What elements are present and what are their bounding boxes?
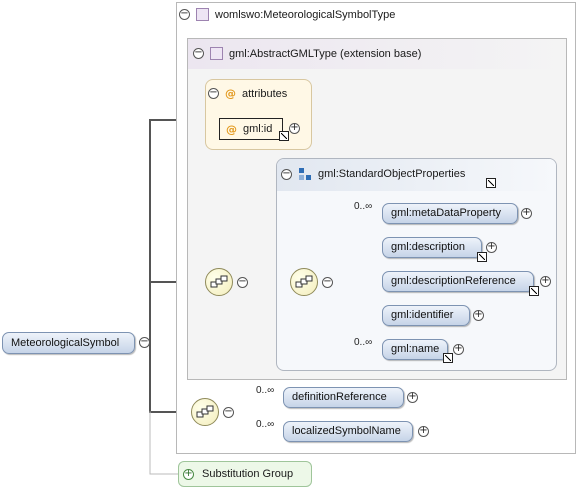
group-icon	[299, 168, 311, 180]
expand-icon[interactable]: +	[183, 468, 194, 480]
collapse-icon[interactable]: −	[179, 9, 190, 20]
element-description-reference[interactable]: gml:descriptionReference	[382, 271, 534, 292]
collapse-icon[interactable]: −	[193, 48, 204, 59]
complex-type-title: womlswo:MeteorologicalSymbolType	[215, 8, 396, 21]
expand-icon[interactable]: +	[407, 392, 418, 403]
element-name[interactable]: gml:name	[382, 339, 448, 360]
attribute-icon: @	[226, 122, 237, 136]
link-arrow-icon[interactable]	[279, 131, 289, 141]
link-arrow-icon[interactable]	[443, 353, 453, 363]
occurrence-label: 0..∞	[354, 337, 373, 348]
occurrence-label: 0..∞	[256, 419, 275, 430]
element-localized-symbol-name[interactable]: localizedSymbolName	[283, 421, 413, 442]
substitution-group-box[interactable]: + Substitution Group	[178, 461, 312, 487]
expand-icon[interactable]: +	[486, 242, 497, 253]
link-arrow-icon[interactable]	[529, 286, 539, 296]
link-arrow-icon[interactable]	[477, 252, 487, 262]
extension-base-header: − gml:AbstractGMLType (extension base)	[193, 47, 421, 60]
collapse-icon[interactable]: −	[139, 337, 150, 348]
occurrence-label: 0..∞	[256, 385, 275, 396]
attribute-label: gml:id	[243, 123, 273, 135]
element-metadata-property[interactable]: gml:metaDataProperty	[382, 203, 518, 224]
complex-type-icon	[210, 47, 223, 60]
expand-icon[interactable]: +	[473, 310, 484, 321]
collapse-icon[interactable]: −	[322, 277, 333, 288]
extension-base-title: gml:AbstractGMLType (extension base)	[229, 47, 422, 60]
link-arrow-icon[interactable]	[486, 178, 496, 188]
attributes-header: − @ attributes	[208, 87, 287, 100]
element-label: gml:identifier	[391, 309, 454, 321]
element-description[interactable]: gml:description	[382, 237, 482, 258]
expand-icon[interactable]: +	[418, 426, 429, 437]
element-definition-reference[interactable]: definitionReference	[283, 387, 404, 408]
root-element[interactable]: MeteorologicalSymbol	[2, 332, 135, 354]
attributes-title: attributes	[242, 87, 288, 100]
element-identifier[interactable]: gml:identifier	[382, 305, 470, 326]
occurrence-label: 0..∞	[354, 201, 373, 212]
element-label: gml:metaDataProperty	[391, 207, 502, 219]
collapse-icon[interactable]: −	[223, 407, 234, 418]
collapse-icon[interactable]: −	[237, 277, 248, 288]
complex-type-icon	[196, 8, 209, 21]
complex-type-header: − womlswo:MeteorologicalSymbolType	[179, 8, 395, 21]
sequence-icon[interactable]	[191, 398, 219, 426]
expand-icon[interactable]: +	[289, 123, 300, 134]
expand-icon[interactable]: +	[453, 344, 464, 355]
expand-icon[interactable]: +	[540, 276, 551, 287]
element-label: gml:descriptionReference	[391, 275, 516, 287]
collapse-icon[interactable]: −	[208, 88, 219, 99]
root-element-label: MeteorologicalSymbol	[11, 337, 120, 349]
attribute-icon: @	[225, 87, 236, 100]
sequence-icon[interactable]	[205, 268, 233, 296]
expand-icon[interactable]: +	[521, 208, 532, 219]
element-label: gml:description	[391, 241, 465, 253]
element-label: definitionReference	[292, 391, 387, 403]
group-header: − gml:StandardObjectProperties	[281, 167, 465, 181]
substitution-group-label: Substitution Group	[202, 468, 294, 480]
sequence-icon[interactable]	[290, 268, 318, 296]
attribute-item[interactable]: @ gml:id	[219, 118, 283, 140]
element-label: localizedSymbolName	[292, 425, 401, 437]
element-label: gml:name	[391, 343, 440, 355]
collapse-icon[interactable]: −	[281, 168, 292, 180]
group-title: gml:StandardObjectProperties	[318, 168, 466, 180]
